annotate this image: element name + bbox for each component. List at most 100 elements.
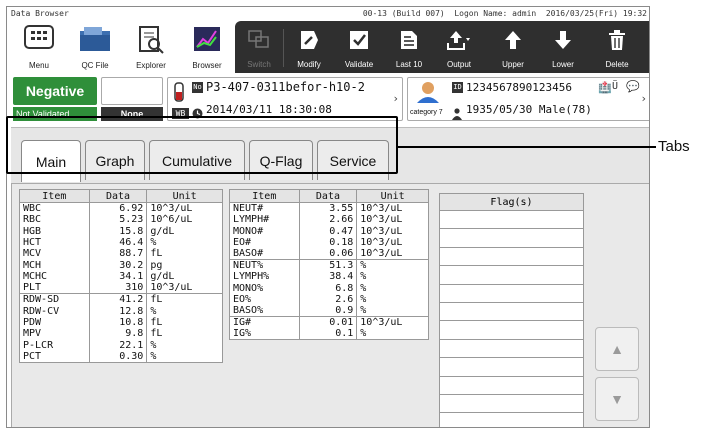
unit-cell: % [146, 339, 223, 351]
item-cell: P-LCR [19, 339, 90, 351]
flag-row [440, 413, 583, 427]
item-cell: MCHC [19, 270, 90, 283]
data-cell: 88.7 [88, 248, 148, 260]
system-info: 00-13 (Build 007) Logon Name: admin 2016… [362, 9, 647, 18]
main-toolbar: Menu QC File Explorer Browser [9, 21, 235, 73]
switch-button[interactable]: Switch [237, 25, 281, 71]
modify-icon [298, 29, 320, 53]
table-row: BASO% 0.9% [229, 305, 429, 317]
table-row: IG% 0.1% [229, 328, 429, 340]
switch-label: Switch [247, 60, 271, 69]
patient-avatar-icon [414, 81, 442, 107]
column-header: Unit [146, 189, 223, 203]
table-row: RDW-CV 12.8% [19, 305, 223, 317]
browser-button[interactable]: Browser [181, 21, 233, 73]
data-cell: 15.8 [88, 225, 148, 237]
delete-button[interactable]: Delete [595, 25, 639, 71]
chevron-right-icon: › [392, 92, 399, 105]
table-row: PLT 310 10^3/uL [19, 282, 223, 294]
menu-button[interactable]: Menu [13, 21, 65, 73]
data-cell: 0.06 [298, 248, 358, 260]
item-cell: MONO% [229, 282, 300, 294]
table-row: MCV 88.7 fL [19, 248, 223, 260]
unit-cell: fL [146, 328, 223, 340]
flag-row [440, 395, 583, 414]
table-row: LYMPH% 38.4% [229, 271, 429, 283]
patient-info-panel[interactable]: category 7 ID 1234567890123456 🏥 Ü 💬 193… [407, 77, 649, 121]
data-cell: 6.8 [298, 282, 358, 294]
modify-button[interactable]: Modify [287, 25, 331, 71]
item-cell: PCT [19, 350, 90, 363]
validate-button[interactable]: Validate [337, 25, 381, 71]
unit-cell: 10^3/uL [356, 202, 429, 214]
unit-cell: % [356, 293, 429, 306]
item-cell: MCH [19, 259, 90, 271]
flag-row [440, 229, 583, 248]
unit-cell: 10^3/uL [146, 202, 223, 214]
lower-button[interactable]: Lower [541, 25, 585, 71]
item-cell: RDW-SD [19, 293, 90, 306]
data-cell: 3.55 [298, 202, 358, 214]
data-cell: 2.6 [298, 293, 358, 306]
unit-cell: fL [146, 316, 223, 329]
table-row: MPV 9.8 fL [19, 328, 223, 340]
table-row: MCH 30.2 pg [19, 259, 223, 271]
validate-label: Validate [344, 60, 374, 69]
upper-button[interactable]: Upper [491, 25, 535, 71]
data-cell: 6.92 [88, 202, 148, 214]
item-cell: PDW [19, 316, 90, 329]
flag-row [440, 321, 583, 340]
item-cell: MPV [19, 328, 90, 340]
unit-cell: 10^3/uL [356, 236, 429, 249]
output-button[interactable]: Output [437, 25, 481, 71]
data-cell: 310 [88, 282, 148, 294]
item-cell: RBC [19, 214, 90, 226]
sample-info-panel[interactable]: No P3-407-0311befor-h10-2 WB 2014/03/11 … [167, 77, 403, 121]
tabs-highlight-box [6, 116, 398, 174]
item-cell: IG# [229, 316, 300, 329]
data-cell: 38.4 [298, 271, 358, 283]
id-badge-icon: ID [452, 82, 463, 93]
comment-icon: 💬 [626, 80, 640, 93]
qc-file-button[interactable]: QC File [69, 21, 121, 73]
last-10-button[interactable]: Last 10 [387, 25, 431, 71]
unit-cell: fL [146, 248, 223, 260]
table-row: EO# 0.18 10^3/uL [229, 236, 429, 249]
data-cell: 46.4 [88, 236, 148, 249]
table-row: MONO# 0.47 10^3/uL [229, 225, 429, 237]
item-cell: BASO% [229, 305, 300, 317]
table-row: WBC 6.92 10^3/uL [19, 202, 223, 214]
unit-cell: % [356, 271, 429, 283]
menu-label: Menu [28, 61, 49, 70]
flag-row [440, 358, 583, 377]
unit-cell: % [356, 328, 429, 340]
table-row: NEUT# 3.55 10^3/uL [229, 202, 429, 214]
callout-line [398, 146, 656, 148]
category-label: category 7 [410, 109, 443, 116]
unit-cell: 10^3/uL [356, 316, 429, 329]
birth-info: 1935/05/30 Male(78) [466, 103, 592, 116]
sample-datetime: 2014/03/11 18:30:08 [206, 103, 332, 116]
divider [283, 29, 284, 67]
unit-cell: % [146, 350, 223, 363]
scroll-down-button[interactable]: ▼ [595, 377, 639, 421]
delete-label: Delete [605, 60, 629, 69]
item-cell: WBC [19, 202, 90, 214]
unit-cell: 10^3/uL [356, 225, 429, 237]
app-name: Data Browser [11, 9, 69, 18]
item-cell: HGB [19, 225, 90, 237]
table-row: MONO% 6.8% [229, 282, 429, 294]
data-cell: 0.01 [298, 316, 358, 329]
explorer-button[interactable]: Explorer [125, 21, 177, 73]
arrow-down-icon [553, 29, 573, 53]
item-cell: LYMPH% [229, 271, 300, 283]
unit-cell: g/dL [146, 225, 223, 237]
triangle-down-icon: ▼ [610, 391, 624, 407]
data-cell: 30.2 [88, 259, 148, 271]
table-row: RDW-SD 41.2 fL [19, 293, 223, 306]
patient-id: 1234567890123456 [466, 81, 572, 94]
table-row: IG# 0.01 10^3/uL [229, 316, 429, 329]
flag-row [440, 377, 583, 395]
item-cell: PLT [19, 282, 90, 294]
scroll-up-button[interactable]: ▲ [595, 327, 639, 371]
